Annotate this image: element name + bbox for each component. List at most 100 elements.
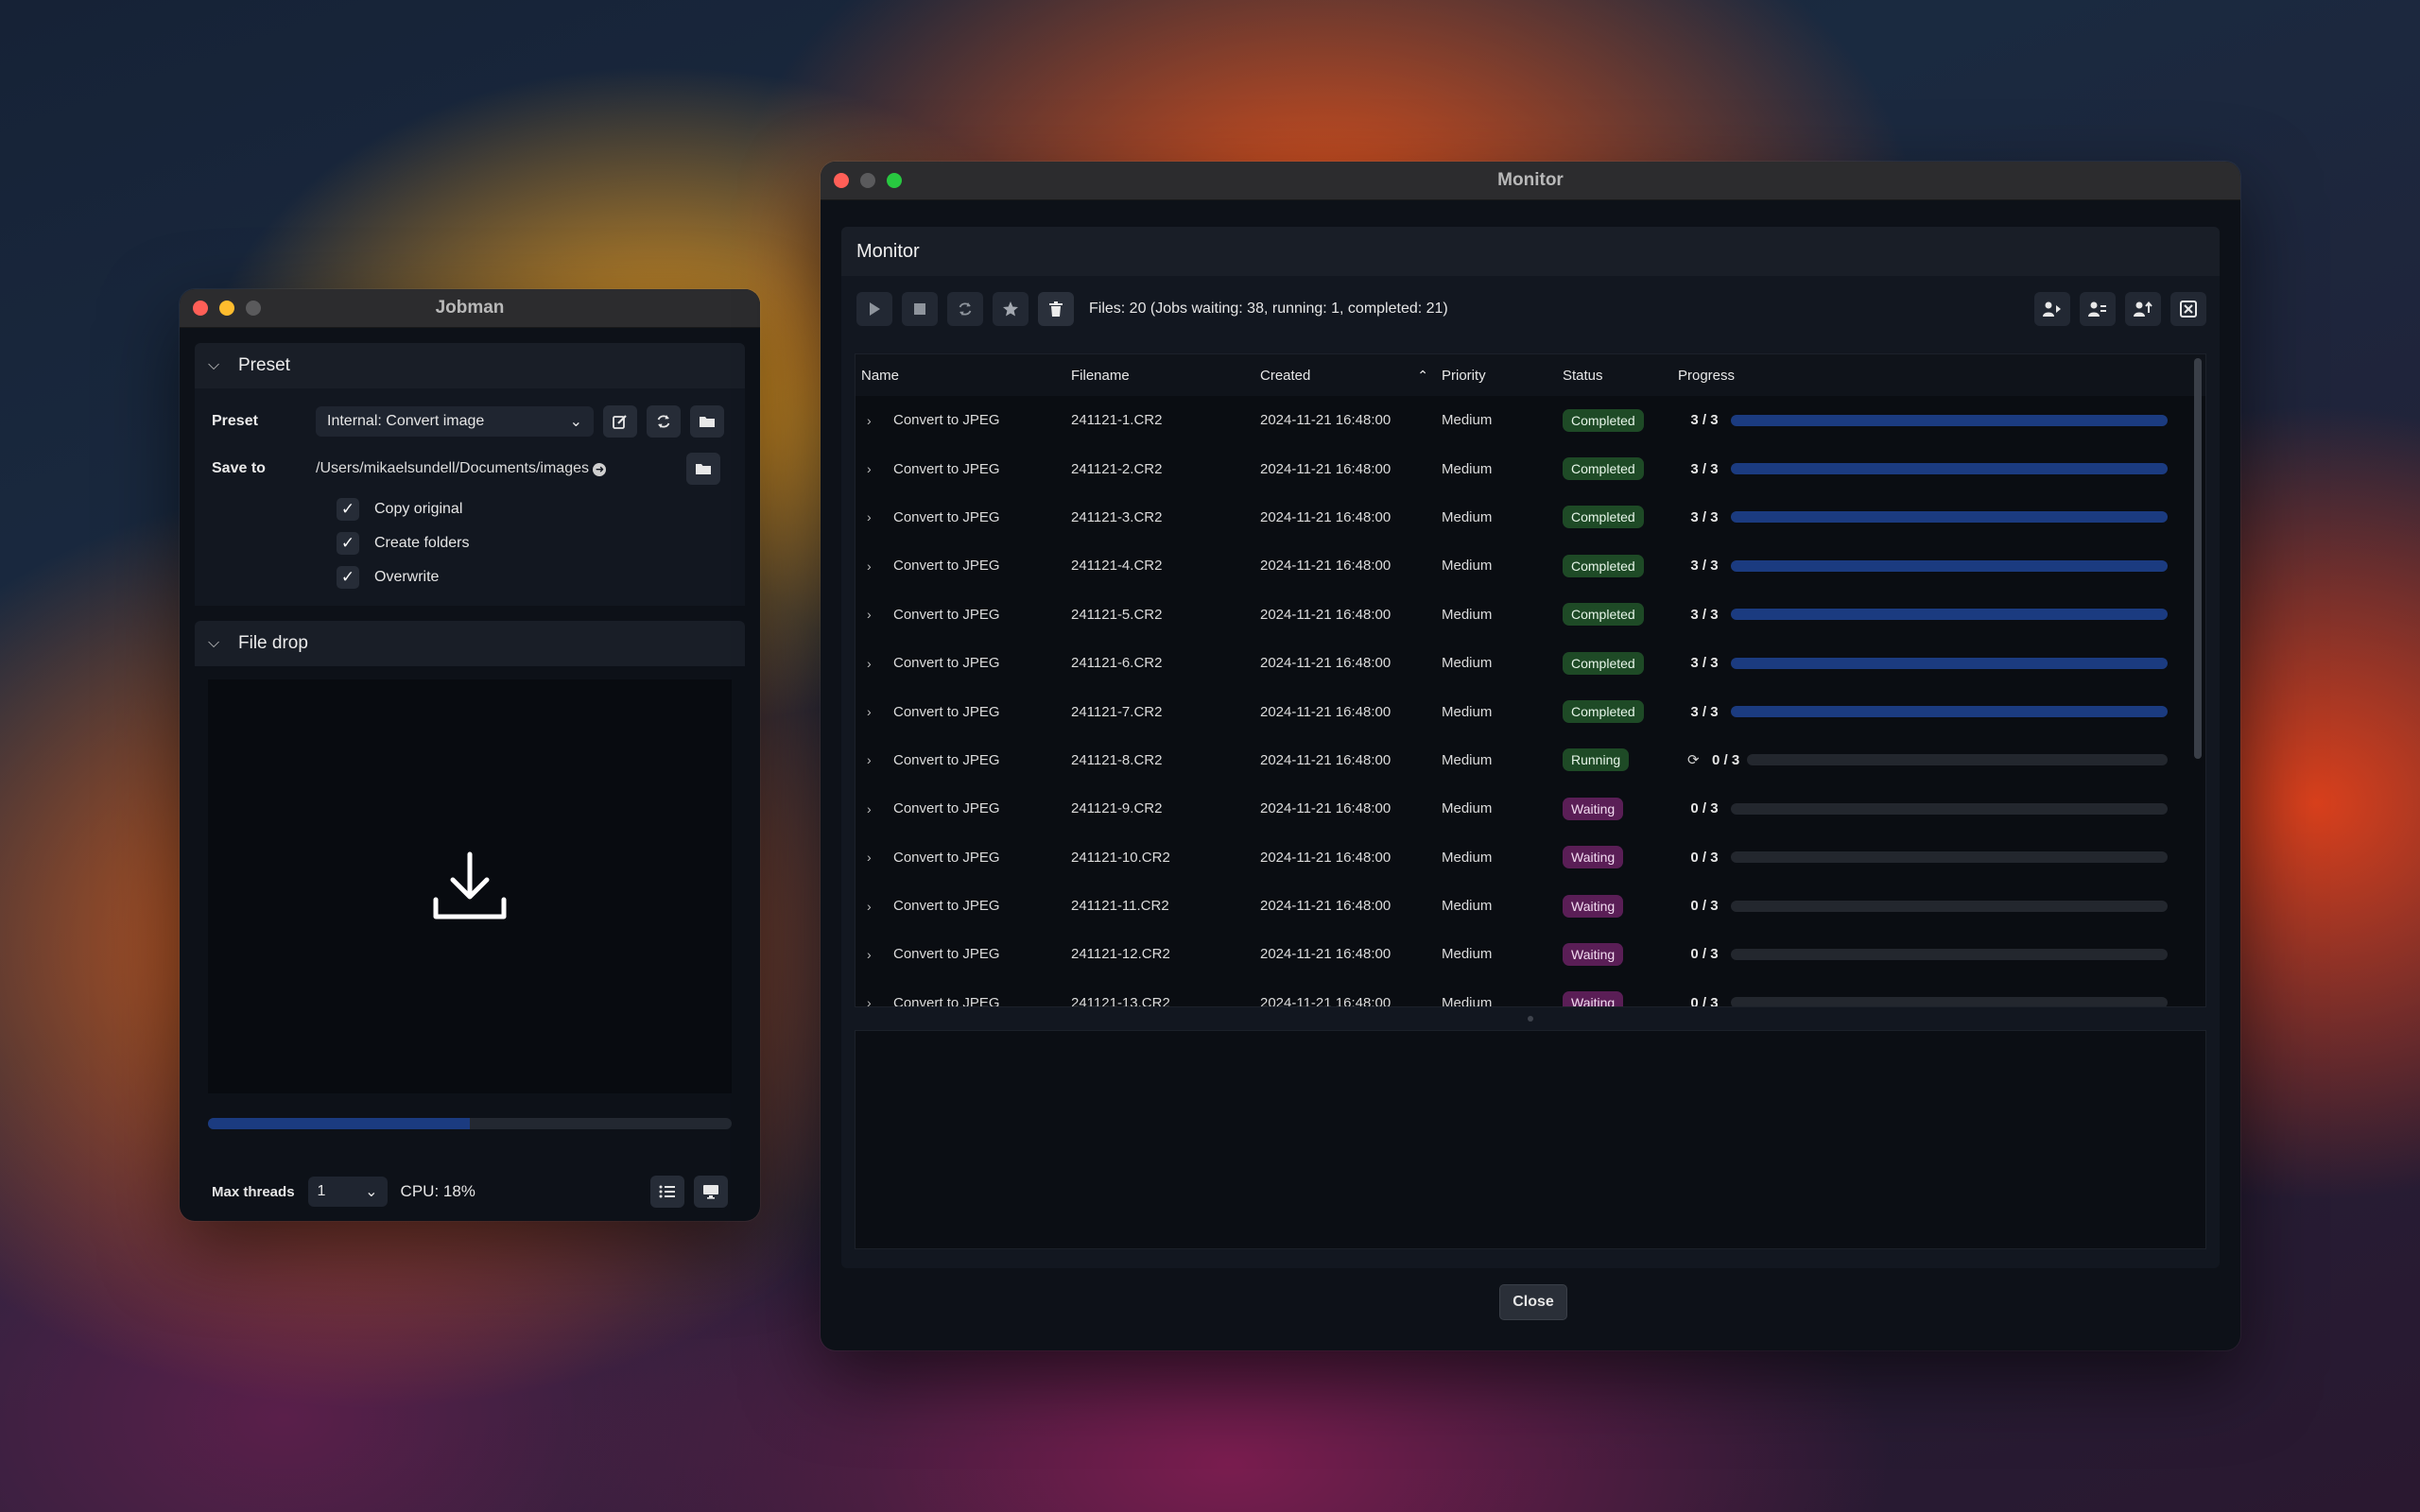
chevron-right-icon[interactable]: ›	[861, 558, 888, 574]
table-row[interactable]: › Convert to JPEG 241121-7.CR2 2024-11-2…	[856, 687, 2205, 735]
copy-original-option[interactable]: ✓ Copy original	[195, 492, 745, 526]
window-title: Jobman	[435, 298, 505, 318]
progress-fill	[1731, 559, 2168, 572]
table-row[interactable]: › Convert to JPEG 241121-4.CR2 2024-11-2…	[856, 541, 2205, 590]
progress-fill	[1731, 511, 2168, 524]
chevron-down-icon[interactable]: ⌵	[208, 357, 229, 374]
trash-icon	[1049, 301, 1063, 317]
refresh-icon	[959, 302, 972, 316]
chevron-down-icon[interactable]: ⌵	[208, 635, 229, 652]
column-header-progress[interactable]: Progress	[1678, 368, 2205, 384]
cell-priority: Medium	[1442, 751, 1493, 768]
remove-button[interactable]	[1038, 292, 1074, 326]
table-row[interactable]: › Convert to JPEG 241121-6.CR2 2024-11-2…	[856, 639, 2205, 687]
column-header-status[interactable]: Status	[1563, 368, 1678, 384]
chevron-right-icon[interactable]: ›	[861, 801, 888, 816]
close-window-button[interactable]	[834, 173, 849, 188]
status-badge: Waiting	[1563, 797, 1624, 820]
stop-button[interactable]	[902, 292, 938, 326]
restart-button[interactable]	[947, 292, 983, 326]
play-icon	[870, 302, 880, 316]
table-row[interactable]: › Convert to JPEG 241121-10.CR2 2024-11-…	[856, 833, 2205, 882]
cell-status: Completed	[1563, 651, 1678, 675]
user-up-icon	[2134, 301, 2152, 317]
monitor-titlebar[interactable]: Monitor	[821, 162, 2240, 200]
chevron-right-icon[interactable]: ›	[861, 995, 888, 1006]
table-row[interactable]: › Convert to JPEG 241121-11.CR2 2024-11-…	[856, 882, 2205, 930]
max-threads-select[interactable]: 1 ⌄	[307, 1177, 388, 1207]
zoom-window-button[interactable]	[246, 301, 261, 316]
chevron-right-icon[interactable]: ›	[861, 947, 888, 962]
chevron-right-icon[interactable]: ›	[861, 509, 888, 524]
copy-original-checkbox[interactable]: ✓	[337, 498, 359, 521]
column-header-priority-label: Priority	[1442, 367, 1486, 384]
close-button[interactable]: Close	[1499, 1284, 1567, 1320]
table-row[interactable]: › Convert to JPEG 241121-13.CR2 2024-11-…	[856, 979, 2205, 1006]
start-button[interactable]	[856, 292, 892, 326]
assign-user-button[interactable]	[2034, 292, 2070, 326]
preset-select[interactable]: Internal: Convert image ⌄	[316, 406, 594, 437]
chevron-right-icon[interactable]: ›	[861, 752, 888, 767]
cell-priority: Medium	[1442, 460, 1493, 477]
column-header-filename[interactable]: Filename	[1071, 368, 1260, 384]
close-window-button[interactable]	[193, 301, 208, 316]
show-list-button[interactable]	[650, 1176, 684, 1208]
minimize-window-button[interactable]	[860, 173, 875, 188]
preset-section-header[interactable]: ⌵ Preset	[195, 343, 745, 388]
column-header-name[interactable]: Name	[856, 368, 1071, 384]
create-folders-option[interactable]: ✓ Create folders	[195, 526, 745, 560]
table-row[interactable]: › Convert to JPEG 241121-9.CR2 2024-11-2…	[856, 784, 2205, 833]
chevron-right-icon[interactable]: ›	[861, 899, 888, 914]
cell-filename: 241121-7.CR2	[1071, 703, 1163, 720]
save-path[interactable]: /Users/mikaelsundell/Documents/images ➜	[316, 460, 677, 477]
clear-all-button[interactable]	[2170, 292, 2206, 326]
choose-save-folder-button[interactable]	[686, 453, 720, 485]
chevron-right-icon[interactable]: ›	[861, 704, 888, 719]
create-folders-checkbox[interactable]: ✓	[337, 532, 359, 555]
column-header-priority[interactable]: Priority	[1442, 368, 1563, 384]
priority-button[interactable]	[993, 292, 1028, 326]
zoom-window-button[interactable]	[887, 173, 902, 188]
cell-created: 2024-11-21 16:48:00	[1260, 994, 1392, 1006]
progress-count: 0 / 3	[1690, 994, 1719, 1006]
chevron-right-icon[interactable]: ›	[861, 850, 888, 865]
table-row[interactable]: › Convert to JPEG 241121-12.CR2 2024-11-…	[856, 930, 2205, 978]
table-row[interactable]: › Convert to JPEG 241121-5.CR2 2024-11-2…	[856, 591, 2205, 639]
job-name: Convert to JPEG	[893, 800, 1000, 817]
cell-progress: 0 / 3	[1678, 946, 2205, 962]
pane-splitter[interactable]	[841, 1007, 2220, 1030]
file-drop-zone[interactable]	[208, 679, 732, 1093]
cell-priority: Medium	[1442, 849, 1493, 866]
table-row[interactable]: › Convert to JPEG 241121-1.CR2 2024-11-2…	[856, 396, 2205, 444]
table-scrollbar[interactable]	[2194, 358, 2202, 759]
status-badge: Completed	[1563, 506, 1644, 529]
reload-preset-button[interactable]	[647, 405, 681, 438]
cell-priority: Medium	[1442, 946, 1493, 963]
edit-preset-button[interactable]	[603, 405, 637, 438]
user-list-button[interactable]	[2080, 292, 2116, 326]
minimize-window-button[interactable]	[219, 301, 234, 316]
table-row[interactable]: › Convert to JPEG 241121-8.CR2 2024-11-2…	[856, 736, 2205, 784]
table-row[interactable]: › Convert to JPEG 241121-3.CR2 2024-11-2…	[856, 493, 2205, 541]
job-name: Convert to JPEG	[893, 412, 1000, 429]
chevron-right-icon[interactable]: ›	[861, 413, 888, 428]
column-header-created[interactable]: Created ⌃	[1260, 368, 1442, 384]
cell-name: › Convert to JPEG	[856, 898, 1071, 914]
show-monitor-button[interactable]	[694, 1176, 728, 1208]
status-badge: Completed	[1563, 554, 1644, 577]
open-preset-folder-button[interactable]	[690, 405, 724, 438]
overwrite-option[interactable]: ✓ Overwrite	[195, 560, 745, 594]
folder-icon	[696, 464, 711, 474]
table-row[interactable]: › Convert to JPEG 241121-2.CR2 2024-11-2…	[856, 444, 2205, 492]
file-drop-section-header[interactable]: ⌵ File drop	[195, 621, 745, 666]
save-to-row: Save to /Users/mikaelsundell/Documents/i…	[195, 445, 745, 492]
cell-progress: 3 / 3	[1678, 509, 2205, 525]
jobman-titlebar[interactable]: Jobman	[180, 289, 760, 328]
user-upload-button[interactable]	[2125, 292, 2161, 326]
chevron-right-icon[interactable]: ›	[861, 607, 888, 622]
chevron-right-icon[interactable]: ›	[861, 461, 888, 476]
splitter-handle[interactable]	[1528, 1016, 1533, 1022]
overwrite-checkbox[interactable]: ✓	[337, 566, 359, 589]
arrow-right-circle-icon[interactable]: ➜	[593, 463, 607, 476]
chevron-right-icon[interactable]: ›	[861, 656, 888, 671]
